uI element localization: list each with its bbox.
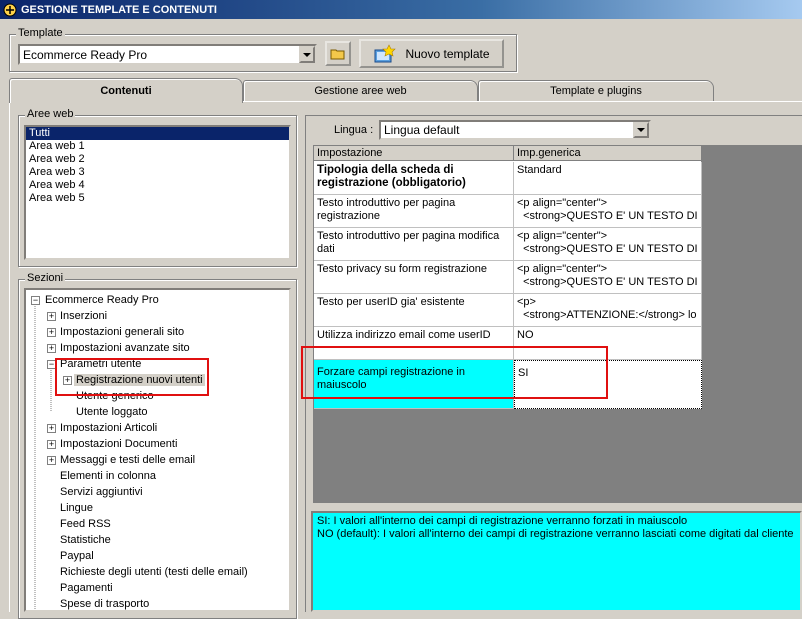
tree-item-utente-loggato[interactable]: Utente loggato <box>76 404 148 420</box>
tree-item-pagamenti[interactable]: Pagamenti <box>60 580 113 596</box>
tab-template-plugins-label: Template e plugins <box>550 85 642 97</box>
grid-cell-setting[interactable]: Tipologia della scheda di registrazione … <box>314 162 514 195</box>
tab-gestione-aree-web-label: Gestione aree web <box>314 85 407 97</box>
list-item[interactable]: Area web 2 <box>26 153 289 166</box>
grid-cell-setting[interactable]: Testo per userID gia' esistente <box>314 294 514 327</box>
tree-item-label: Inserzioni <box>60 310 108 322</box>
app-icon <box>3 3 17 16</box>
tree-item-impostazioni-documenti[interactable]: + Impostazioni Documenti <box>47 436 177 452</box>
lingua-label: Lingua : <box>334 124 374 136</box>
tree-item-impostazioni-articoli[interactable]: + Impostazioni Articoli <box>47 420 157 436</box>
expand-icon[interactable]: + <box>47 440 56 449</box>
grid-cell-setting[interactable]: Testo introduttivo per pagina modifica d… <box>314 228 514 261</box>
description-line-no: NO (default): I valori all'interno dei c… <box>317 528 794 540</box>
window-title: GESTIONE TEMPLATE E CONTENUTI <box>21 3 217 16</box>
list-item[interactable]: Area web 3 <box>26 166 289 179</box>
tree-item-inserzioni[interactable]: + Inserzioni <box>47 308 107 324</box>
list-item[interactable]: Tutti <box>26 127 289 140</box>
tree-item-statistiche[interactable]: Statistiche <box>60 532 111 548</box>
tree-item-label: Impostazioni Articoli <box>60 422 158 434</box>
tree-item-richieste-utenti[interactable]: Richieste degli utenti (testi delle emai… <box>60 564 248 580</box>
tree-item-label: Lingue <box>60 502 94 514</box>
new-template-button[interactable]: Nuovo template <box>359 39 504 68</box>
template-select[interactable]: Ecommerce Ready Pro <box>18 44 317 65</box>
tab-contenuti-label: Contenuti <box>100 85 152 97</box>
chevron-down-icon[interactable] <box>299 46 315 63</box>
tree-item-label: Statistiche <box>60 534 111 546</box>
folder-icon <box>330 49 345 59</box>
expand-icon[interactable]: + <box>47 424 56 433</box>
tab-gestione-aree-web[interactable]: Gestione aree web <box>243 80 478 101</box>
template-select-value: Ecommerce Ready Pro <box>23 47 148 62</box>
list-item[interactable]: Area web 5 <box>26 192 289 205</box>
tree-item-servizi-aggiuntivi[interactable]: Servizi aggiuntivi <box>60 484 143 500</box>
tree-item-feed-rss[interactable]: Feed RSS <box>60 516 111 532</box>
tree-item-lingue[interactable]: Lingue <box>60 500 93 516</box>
grid-header-imp-generica[interactable]: Imp.generica <box>514 146 702 161</box>
expand-icon[interactable]: + <box>47 312 56 321</box>
grid-cell-setting[interactable]: Testo introduttivo per pagina registrazi… <box>314 195 514 228</box>
list-item[interactable]: Area web 4 <box>26 179 289 192</box>
expand-icon[interactable]: + <box>47 328 56 337</box>
chevron-down-icon[interactable] <box>633 122 649 138</box>
template-group-label: Template <box>16 27 65 39</box>
new-template-label: Nuovo template <box>405 46 490 61</box>
new-template-icon <box>374 43 397 62</box>
tree-item-label: Spese di trasporto <box>60 598 150 610</box>
tree-item-label: Elementi in colonna <box>60 470 157 482</box>
sezioni-group-label: Sezioni <box>25 272 66 284</box>
tree-item-messaggi-email[interactable]: + Messaggi e testi delle email <box>47 452 195 468</box>
lingua-select[interactable]: Lingua default <box>379 120 651 140</box>
expand-icon[interactable]: + <box>47 456 56 465</box>
open-folder-button[interactable] <box>325 41 351 66</box>
grid-highlight-box <box>301 346 608 399</box>
tree-item-label: Servizi aggiuntivi <box>60 486 143 498</box>
aree-web-list[interactable]: Tutti Area web 1 Area web 2 Area web 3 A… <box>24 125 291 260</box>
list-item[interactable]: Area web 1 <box>26 140 289 153</box>
grid-cell-value[interactable]: <p align="center"> <strong>QUESTO E' UN … <box>514 261 702 294</box>
tree-item-paypal[interactable]: Paypal <box>60 548 94 564</box>
collapse-icon[interactable]: − <box>31 296 40 305</box>
expand-icon[interactable]: + <box>47 344 56 353</box>
tree-item-impostazioni-avanzate[interactable]: + Impostazioni avanzate sito <box>47 340 190 356</box>
tree-item-label: Messaggi e testi delle email <box>60 454 196 466</box>
grid-header-impostazione[interactable]: Impostazione <box>314 146 514 161</box>
tree-item-label: Richieste degli utenti (testi delle emai… <box>60 566 248 578</box>
tree-highlight-box <box>55 358 209 396</box>
description-panel: SI: I valori all'interno dei campi di re… <box>311 511 802 612</box>
lingua-select-value: Lingua default <box>384 123 460 137</box>
title-bar: GESTIONE TEMPLATE E CONTENUTI <box>0 0 802 19</box>
tree-item-label: Impostazioni generali sito <box>60 326 185 338</box>
tab-contenuti[interactable]: Contenuti <box>9 78 243 103</box>
tree-item-elementi-colonna[interactable]: Elementi in colonna <box>60 468 156 484</box>
tab-template-plugins[interactable]: Template e plugins <box>478 80 714 101</box>
grid-cell-value[interactable]: <p align="center"> <strong>QUESTO E' UN … <box>514 228 702 261</box>
tree-item-label: Pagamenti <box>60 582 113 594</box>
tree-item-spese-trasporto[interactable]: Spese di trasporto <box>60 596 150 610</box>
tree-item-impostazioni-generali[interactable]: + Impostazioni generali sito <box>47 324 184 340</box>
grid-cell-value[interactable]: Standard <box>514 162 702 195</box>
sezioni-tree[interactable]: − Ecommerce Ready Pro + Inserzioni + Imp… <box>24 288 291 612</box>
tree-item-ecommerce-ready-pro[interactable]: − Ecommerce Ready Pro <box>31 292 159 308</box>
grid-cell-value[interactable]: <p align="center"> <strong>QUESTO E' UN … <box>514 195 702 228</box>
tree-item-label: Feed RSS <box>60 518 111 530</box>
description-line-si: SI: I valori all'interno dei campi di re… <box>317 515 688 527</box>
tree-item-label: Impostazioni avanzate sito <box>60 342 190 354</box>
tree-item-label: Ecommerce Ready Pro <box>45 294 159 306</box>
tree-item-label: Utente loggato <box>76 406 148 418</box>
tree-item-label: Impostazioni Documenti <box>60 438 178 450</box>
tree-item-label: Paypal <box>60 550 94 562</box>
grid-cell-setting[interactable]: Testo privacy su form registrazione <box>314 261 514 294</box>
aree-web-group-label: Aree web <box>25 108 76 120</box>
grid-cell-value[interactable]: <p> <strong>ATTENZIONE:</strong> lo <box>514 294 702 327</box>
